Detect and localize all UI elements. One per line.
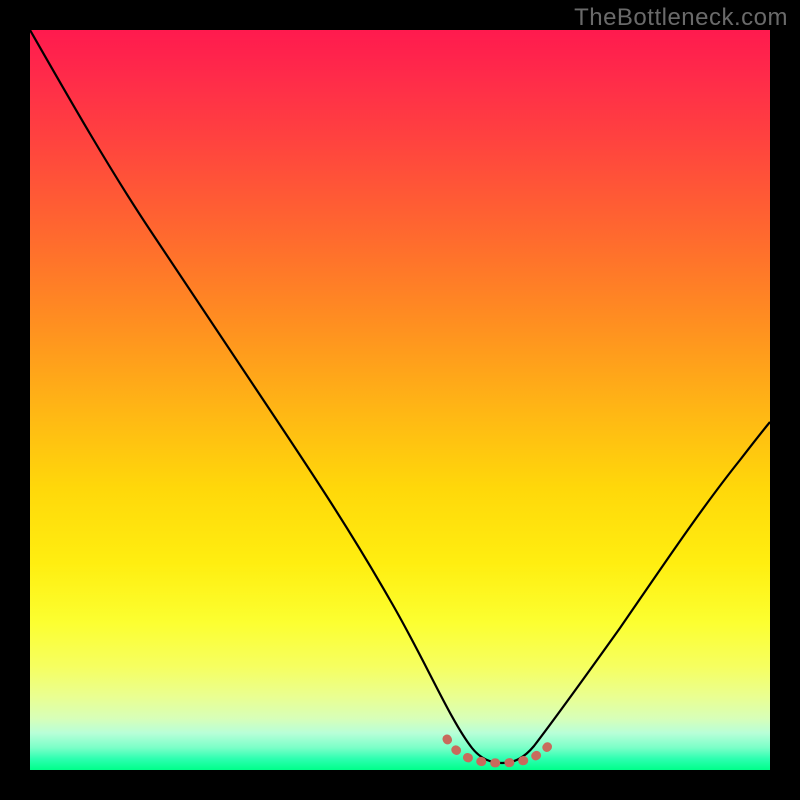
bottleneck-curve <box>30 30 770 763</box>
chart-frame: TheBottleneck.com <box>0 0 800 800</box>
curve-layer <box>30 30 770 770</box>
plot-area <box>30 30 770 770</box>
watermark-text: TheBottleneck.com <box>574 4 788 32</box>
